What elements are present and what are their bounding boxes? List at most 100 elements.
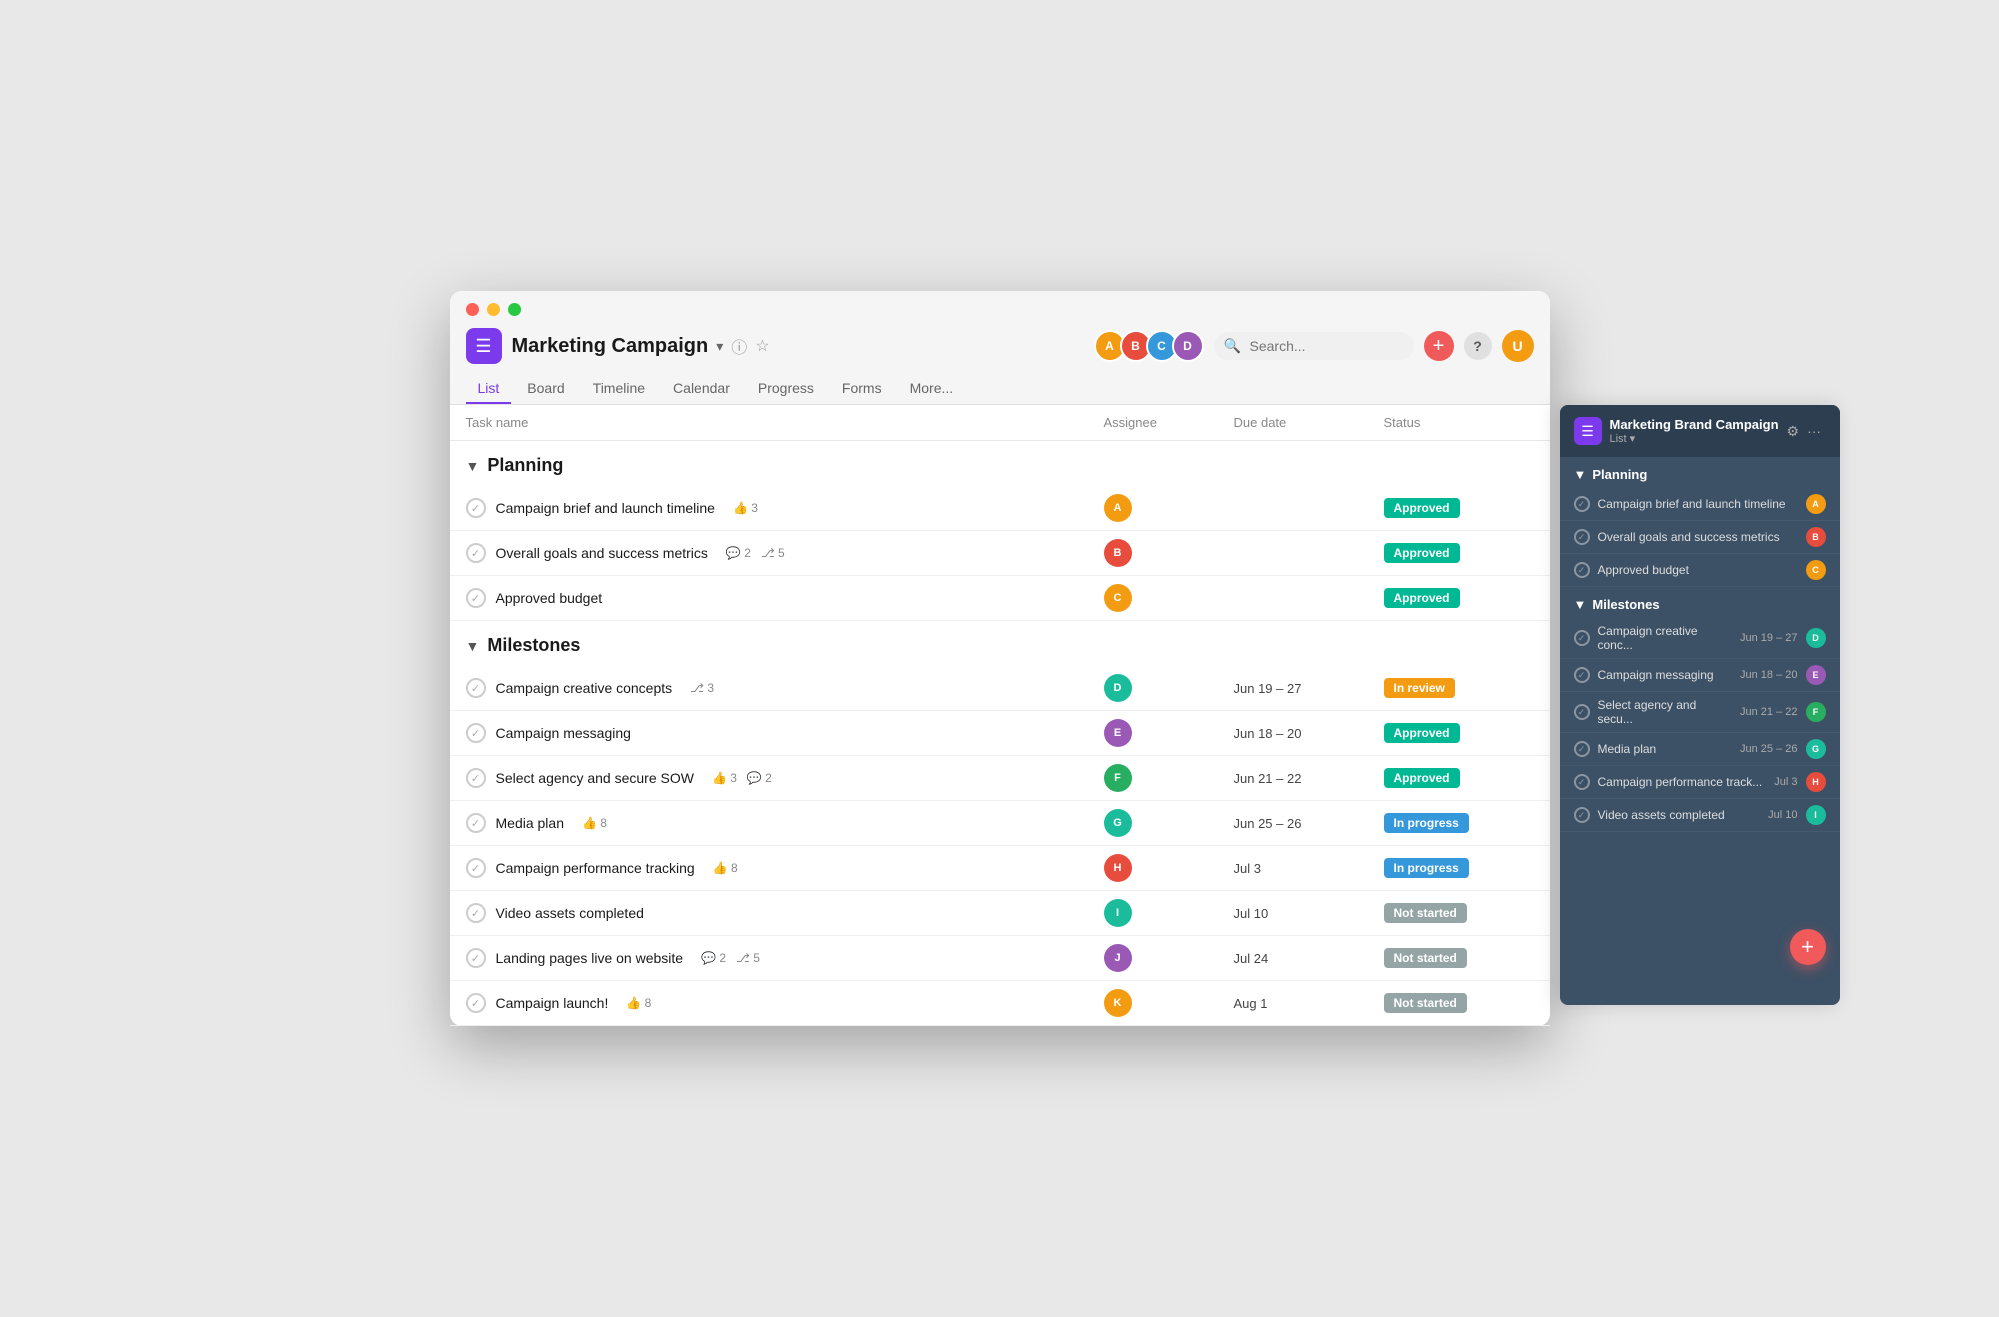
table-row[interactable]: ✓ Video assets completed I Jul 10 Not st… (450, 891, 1550, 936)
subtasks-icon: ⎇ 5 (761, 546, 785, 560)
search-input[interactable] (1214, 332, 1414, 360)
section-planning[interactable]: ▼ Planning (450, 441, 1550, 486)
list-item[interactable]: ✓ Approved budget C (1560, 554, 1840, 587)
task-name-cell: ✓ Campaign creative concepts ⎇ 3 (466, 678, 1104, 698)
task-name-cell: ✓ Select agency and secure SOW 👍 3 💬 2 (466, 768, 1104, 788)
task-check-icon[interactable]: ✓ (466, 993, 486, 1013)
due-date-cell: Jun 19 – 27 (1234, 681, 1384, 696)
task-name: Video assets completed (496, 905, 644, 921)
avatar: E (1104, 719, 1132, 747)
side-avatar: B (1806, 527, 1826, 547)
task-check-icon[interactable]: ✓ (466, 858, 486, 878)
assignee-cell: I (1104, 899, 1234, 927)
status-cell: Not started (1384, 948, 1534, 968)
list-item[interactable]: ✓ Campaign performance track... Jul 3 H (1560, 766, 1840, 799)
task-check-icon[interactable]: ✓ (466, 678, 486, 698)
section-milestones[interactable]: ▼ Milestones (450, 621, 1550, 666)
help-button[interactable]: ? (1464, 332, 1492, 360)
task-meta: ⎇ 3 (690, 681, 714, 695)
tab-timeline[interactable]: Timeline (581, 374, 657, 404)
assignee-cell: G (1104, 809, 1234, 837)
due-date-cell: Jul 3 (1234, 861, 1384, 876)
side-planning-chevron: ▼ (1574, 467, 1587, 482)
add-button[interactable]: + (1424, 331, 1454, 361)
list-item[interactable]: ✓ Select agency and secu... Jun 21 – 22 … (1560, 692, 1840, 733)
side-avatar: F (1806, 702, 1826, 722)
side-task-date: Jul 3 (1774, 776, 1797, 788)
tab-board[interactable]: Board (515, 374, 576, 404)
maximize-button[interactable] (508, 303, 521, 316)
list-item[interactable]: ✓ Media plan Jun 25 – 26 G (1560, 733, 1840, 766)
milestones-title: Milestones (487, 635, 580, 656)
status-badge: Approved (1384, 498, 1460, 518)
user-avatar[interactable]: U (1502, 330, 1534, 362)
app-header: ☰ Marketing Campaign ▾ ⓘ ☆ A B C D 🔍 + (466, 328, 1534, 364)
table-row[interactable]: ✓ Campaign messaging E Jun 18 – 20 Appro… (450, 711, 1550, 756)
list-item[interactable]: ✓ Video assets completed Jul 10 I (1560, 799, 1840, 832)
side-section-milestones[interactable]: ▼ Milestones (1560, 587, 1840, 618)
tab-calendar[interactable]: Calendar (661, 374, 742, 404)
status-badge: Approved (1384, 768, 1460, 788)
task-check-icon[interactable]: ✓ (466, 768, 486, 788)
task-check-icon[interactable]: ✓ (466, 903, 486, 923)
side-section-planning[interactable]: ▼ Planning (1560, 457, 1840, 488)
minimize-button[interactable] (487, 303, 500, 316)
task-check-icon[interactable]: ✓ (466, 723, 486, 743)
tab-list[interactable]: List (466, 374, 512, 404)
task-check-icon[interactable]: ✓ (466, 948, 486, 968)
table-row[interactable]: ✓ Approved budget C Approved (450, 576, 1550, 621)
table-row[interactable]: ✓ Campaign creative concepts ⎇ 3 D Jun 1… (450, 666, 1550, 711)
side-panel-more-button[interactable]: ··· (1807, 423, 1821, 440)
assignee-cell: F (1104, 764, 1234, 792)
task-name-cell: ✓ Media plan 👍 8 (466, 813, 1104, 833)
star-icon[interactable]: ☆ (755, 336, 769, 356)
assignee-cell: H (1104, 854, 1234, 882)
side-check-icon: ✓ (1574, 774, 1590, 790)
list-item[interactable]: ✓ Campaign brief and launch timeline A (1560, 488, 1840, 521)
side-panel-title-wrap: Marketing Brand Campaign List ▾ (1610, 417, 1779, 445)
status-badge: In progress (1384, 813, 1469, 833)
table-row[interactable]: ✓ Media plan 👍 8 G Jun 25 – 26 In progre… (450, 801, 1550, 846)
task-name: Campaign messaging (496, 725, 631, 741)
close-button[interactable] (466, 303, 479, 316)
table-row[interactable]: ✓ Landing pages live on website 💬 2 ⎇ 5 … (450, 936, 1550, 981)
table-row[interactable]: ✓ Campaign performance tracking 👍 8 H Ju… (450, 846, 1550, 891)
task-check-icon[interactable]: ✓ (466, 588, 486, 608)
side-panel: ☰ Marketing Brand Campaign List ▾ ⚙ ··· … (1560, 405, 1840, 1005)
table-row[interactable]: ✓ Campaign brief and launch timeline 👍 3… (450, 486, 1550, 531)
task-check-icon[interactable]: ✓ (466, 813, 486, 833)
info-icon[interactable]: ⓘ (731, 334, 747, 358)
task-name: Campaign performance tracking (496, 860, 695, 876)
task-check-icon[interactable]: ✓ (466, 498, 486, 518)
side-task-date: Jun 19 – 27 (1740, 632, 1798, 644)
status-badge: Approved (1384, 588, 1460, 608)
list-item[interactable]: ✓ Campaign creative conc... Jun 19 – 27 … (1560, 618, 1840, 659)
tab-more[interactable]: More... (898, 374, 966, 404)
status-badge: In progress (1384, 858, 1469, 878)
list-item[interactable]: ✓ Overall goals and success metrics B (1560, 521, 1840, 554)
tab-progress[interactable]: Progress (746, 374, 826, 404)
likes-icon: 👍 3 (712, 771, 737, 785)
task-name-cell: ✓ Campaign launch! 👍 8 (466, 993, 1104, 1013)
task-name: Landing pages live on website (496, 950, 684, 966)
avatar: H (1104, 854, 1132, 882)
main-window: ☰ Marketing Campaign ▾ ⓘ ☆ A B C D 🔍 + (450, 291, 1550, 1026)
title-dropdown-icon[interactable]: ▾ (716, 338, 723, 355)
table-row[interactable]: ✓ Select agency and secure SOW 👍 3 💬 2 F… (450, 756, 1550, 801)
table-row[interactable]: ✓ Campaign launch! 👍 8 K Aug 1 Not start… (450, 981, 1550, 1026)
table-row[interactable]: ✓ Overall goals and success metrics 💬 2 … (450, 531, 1550, 576)
task-meta: 👍 8 (582, 816, 607, 830)
status-badge: Not started (1384, 948, 1467, 968)
tab-forms[interactable]: Forms (830, 374, 894, 404)
due-date-cell: Jun 21 – 22 (1234, 771, 1384, 786)
task-name: Campaign launch! (496, 995, 609, 1011)
assignee-cell: C (1104, 584, 1234, 612)
side-panel-header: ☰ Marketing Brand Campaign List ▾ ⚙ ··· (1560, 405, 1840, 457)
side-task-name: Campaign messaging (1598, 668, 1733, 682)
nav-tabs: List Board Timeline Calendar Progress Fo… (466, 364, 1534, 404)
col-due-date: Due date (1234, 415, 1384, 430)
side-panel-add-button[interactable]: + (1790, 929, 1826, 965)
task-check-icon[interactable]: ✓ (466, 543, 486, 563)
side-panel-filter-button[interactable]: ⚙ (1787, 423, 1800, 440)
list-item[interactable]: ✓ Campaign messaging Jun 18 – 20 E (1560, 659, 1840, 692)
